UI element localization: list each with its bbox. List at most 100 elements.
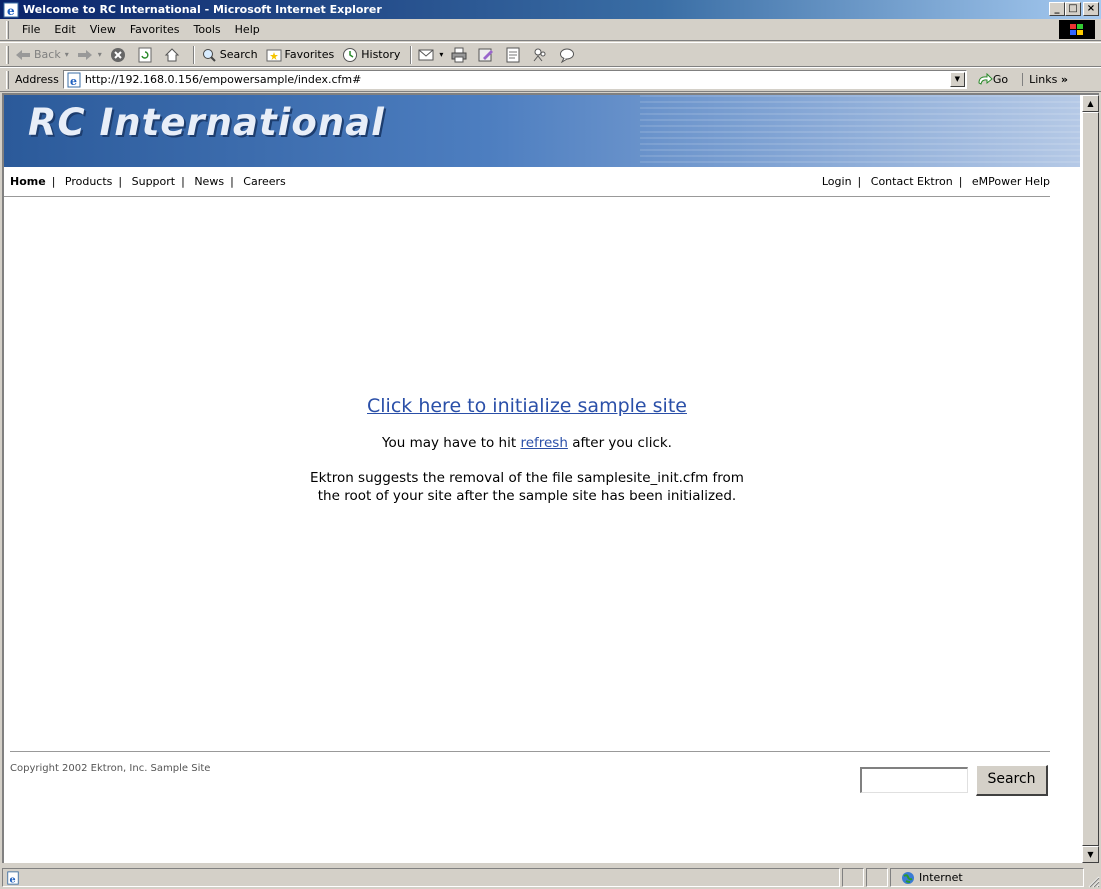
home-button[interactable] — [164, 47, 183, 63]
favorites-button[interactable]: Favorites — [266, 47, 335, 63]
security-zone: Internet — [890, 868, 1084, 887]
site-banner: RC International — [4, 95, 1080, 167]
scroll-up-icon[interactable]: ▲ — [1082, 95, 1099, 112]
nav-login[interactable]: Login — [822, 175, 852, 188]
refresh-link[interactable]: refresh — [520, 435, 567, 451]
windows-logo-icon — [1059, 20, 1095, 39]
initialize-site-link[interactable]: Click here to initialize sample site — [367, 395, 687, 417]
status-bar: e Internet — [0, 865, 1101, 889]
chat-button[interactable] — [559, 47, 578, 63]
maximize-button[interactable]: □ — [1065, 2, 1081, 16]
minimize-button[interactable]: _ — [1049, 2, 1065, 16]
chevron-right-icon: » — [1060, 73, 1068, 86]
nav-separator: | — [230, 175, 234, 188]
mail-dropdown-icon[interactable]: ▾ — [439, 50, 443, 59]
address-input[interactable] — [84, 72, 945, 87]
back-arrow-icon — [16, 49, 30, 60]
history-icon — [343, 47, 358, 62]
copyright-text: Copyright 2002 Ektron, Inc. Sample Site — [10, 763, 211, 774]
nav-separator: | — [857, 175, 862, 188]
status-panel-2 — [866, 868, 888, 887]
nav-news[interactable]: News — [194, 175, 224, 188]
menu-favorites[interactable]: Favorites — [123, 23, 187, 36]
close-button[interactable]: × — [1083, 2, 1099, 16]
menu-edit[interactable]: Edit — [47, 23, 82, 36]
history-label: History — [361, 48, 401, 61]
init-message: Click here to initialize sample site You… — [4, 395, 1050, 505]
nav-separator: | — [181, 175, 185, 188]
mail-icon — [418, 49, 434, 60]
messenger-icon — [534, 48, 546, 61]
menu-tools[interactable]: Tools — [187, 23, 228, 36]
menu-help[interactable]: Help — [228, 23, 267, 36]
search-label: Search — [219, 48, 258, 61]
links-button[interactable]: Links » — [1022, 73, 1068, 86]
toolbar-grip[interactable] — [6, 45, 9, 64]
scroll-thumb[interactable] — [1082, 112, 1099, 846]
address-field[interactable]: e ▼ — [62, 70, 967, 89]
nav-home[interactable]: Home — [10, 175, 46, 188]
svg-text:e: e — [10, 874, 16, 885]
back-button[interactable]: Back ▾ — [15, 48, 69, 61]
print-icon — [451, 47, 467, 62]
menu-file[interactable]: File — [15, 23, 47, 36]
home-icon — [164, 47, 179, 61]
site-logo[interactable]: RC International — [28, 101, 385, 144]
nav-left: Home | Products | Support | News | Careers — [10, 175, 286, 188]
suggestion-line-1: Ektron suggests the removal of the file … — [310, 470, 744, 486]
title-bar[interactable]: e Welcome to RC International - Microsof… — [0, 0, 1101, 19]
history-button[interactable]: History — [342, 47, 400, 63]
nav-separator: | — [51, 175, 56, 188]
refresh-button[interactable] — [137, 47, 156, 63]
page-status-icon: e — [7, 870, 19, 885]
forward-dropdown-icon[interactable]: ▾ — [98, 50, 102, 59]
edit-button[interactable] — [478, 47, 497, 63]
status-main: e — [2, 868, 840, 887]
mail-button[interactable]: ▾ — [418, 47, 443, 63]
menu-bar: File Edit View Favorites Tools Help — [0, 19, 1101, 41]
footer-divider — [10, 751, 1050, 752]
nav-right: Login | Contact Ektron | eMPower Help — [822, 175, 1050, 188]
toolbar-separator — [410, 45, 413, 64]
menu-view[interactable]: View — [83, 23, 123, 36]
favorites-label: Favorites — [284, 48, 335, 61]
site-search-input[interactable] — [860, 767, 968, 793]
address-label: Address — [15, 73, 59, 86]
address-grip[interactable] — [6, 70, 9, 89]
refresh-icon — [138, 47, 152, 62]
scroll-down-icon[interactable]: ▼ — [1082, 846, 1099, 863]
nav-products[interactable]: Products — [65, 175, 113, 188]
print-button[interactable] — [451, 47, 470, 63]
search-button[interactable]: Search — [201, 47, 258, 63]
status-panel-1 — [842, 868, 864, 887]
banner-stripes — [640, 95, 1080, 167]
refresh-prefix: You may have to hit — [382, 435, 521, 451]
forward-button[interactable]: ▾ — [77, 49, 102, 61]
refresh-suffix: after you click. — [567, 435, 672, 451]
address-bar: Address e ▼ Go Links » — [0, 67, 1101, 92]
back-label: Back — [34, 48, 61, 61]
go-button[interactable]: Go — [977, 72, 1009, 87]
menu-grip[interactable] — [6, 20, 9, 39]
window-title: Welcome to RC International - Microsoft … — [23, 3, 382, 16]
resize-grip-icon[interactable] — [1087, 875, 1100, 888]
zone-label: Internet — [919, 871, 963, 884]
nav-support[interactable]: Support — [132, 175, 175, 188]
back-dropdown-icon[interactable]: ▾ — [65, 50, 69, 59]
messenger-button[interactable] — [532, 47, 551, 63]
refresh-note: You may have to hit refresh after you cl… — [4, 435, 1050, 451]
svg-text:e: e — [70, 75, 77, 88]
discuss-button[interactable] — [505, 47, 524, 63]
vertical-scrollbar[interactable]: ▲ ▼ — [1082, 95, 1099, 863]
stop-button[interactable] — [110, 47, 129, 63]
links-label: Links — [1029, 73, 1058, 86]
site-search-button[interactable]: Search — [976, 765, 1048, 796]
nav-careers[interactable]: Careers — [243, 175, 286, 188]
address-dropdown-icon[interactable]: ▼ — [949, 72, 965, 87]
globe-icon — [902, 871, 914, 884]
chat-bubble-icon — [560, 48, 575, 63]
go-label: Go — [992, 73, 1009, 86]
nav-empower-help[interactable]: eMPower Help — [972, 175, 1050, 188]
nav-contact-ektron[interactable]: Contact Ektron — [871, 175, 953, 188]
edit-icon — [478, 48, 494, 61]
